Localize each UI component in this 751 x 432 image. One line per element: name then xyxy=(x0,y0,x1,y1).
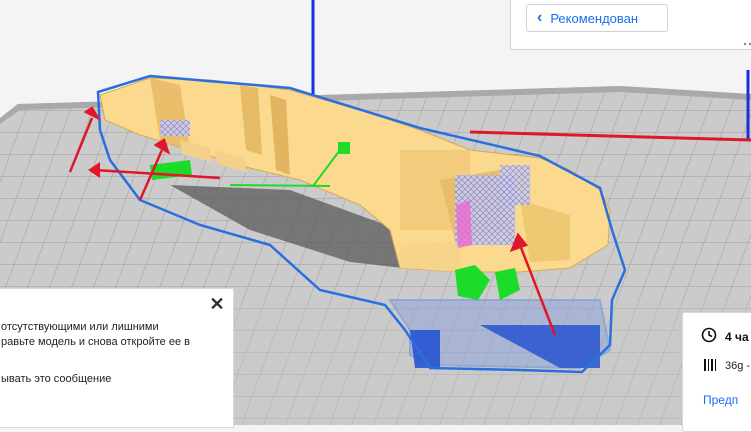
print-time: 4 ча xyxy=(725,330,749,344)
y-axis-line xyxy=(229,184,331,187)
print-info-panel: 4 ча 36g - Предп xyxy=(682,312,751,432)
clock-icon xyxy=(701,327,717,343)
resize-grip-icon[interactable] xyxy=(741,39,751,49)
spool-icon xyxy=(704,359,716,371)
chevron-left-icon: ‹ xyxy=(537,9,543,26)
message-line-2: равьте модель и снова откройте ее в xyxy=(1,336,190,348)
close-icon[interactable]: ✕ xyxy=(208,295,226,313)
model-error-message: ✕ отсутствующими или лишними равьте моде… xyxy=(0,288,234,428)
message-line-3[interactable]: ывать это сообщение xyxy=(1,373,111,385)
material-weight: 36g - xyxy=(725,360,751,372)
recommended-panel: ‹ Рекомендован xyxy=(510,0,751,50)
recommended-label: Рекомендован xyxy=(550,10,639,26)
message-line-1: отсутствующими или лишними xyxy=(1,321,159,333)
preview-button[interactable]: Предп xyxy=(703,393,751,421)
recommended-back-button[interactable]: ‹ Рекомендован xyxy=(526,4,668,32)
